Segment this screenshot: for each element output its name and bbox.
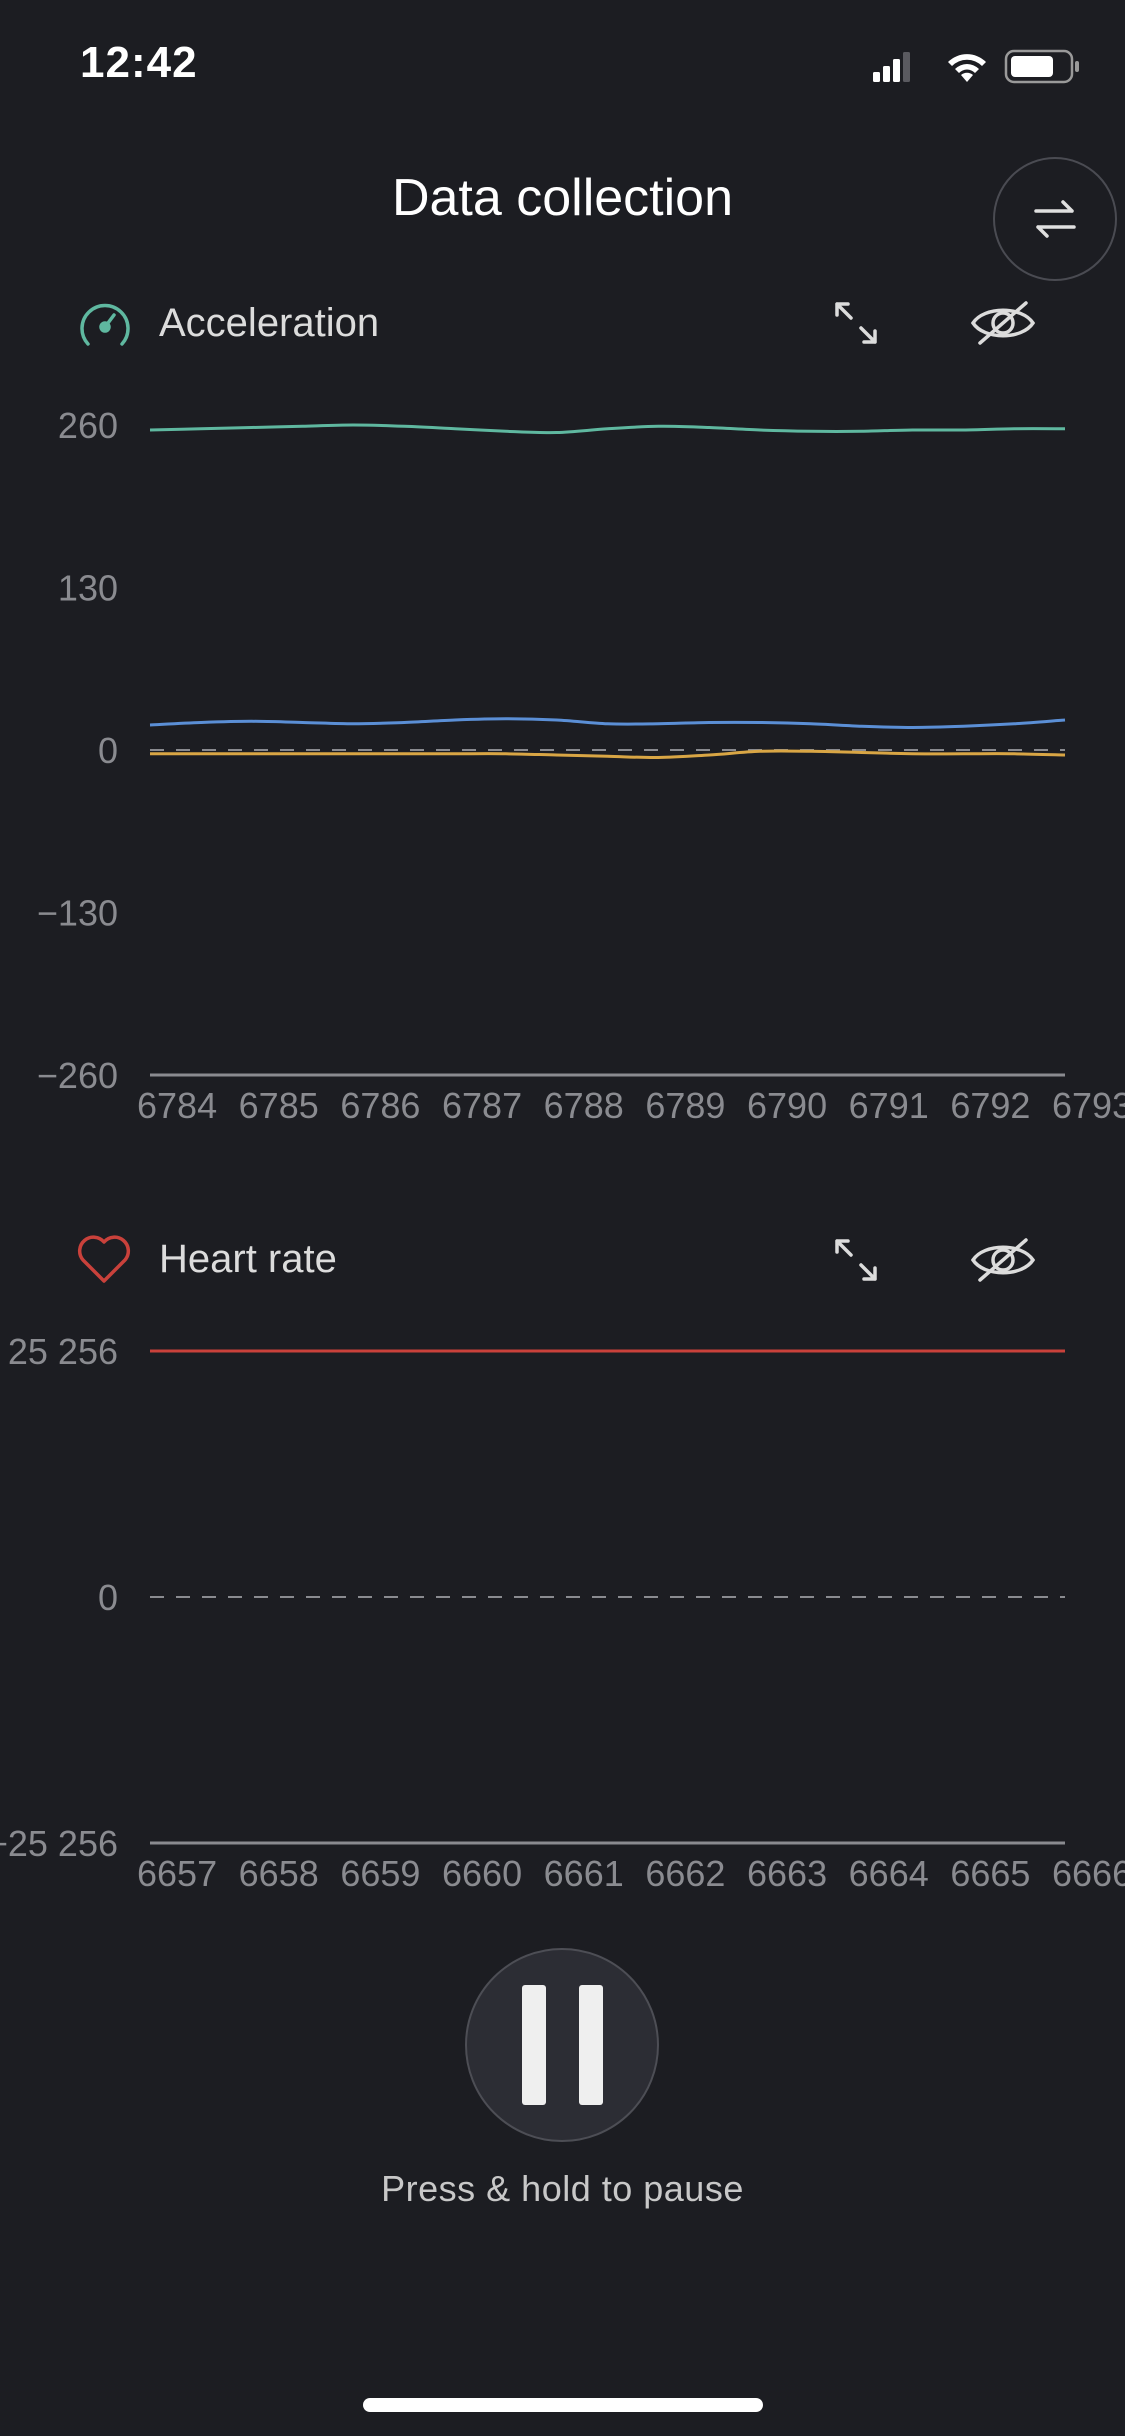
acceleration-hide-button[interactable]: [966, 288, 1040, 358]
eye-off-icon: [970, 301, 1036, 345]
acceleration-x-tick-label: 6787: [442, 1085, 522, 1126]
acceleration-x-tick-label: 6784: [137, 1085, 217, 1126]
acceleration-y-tick-label: 130: [58, 568, 118, 609]
acceleration-label: Acceleration: [159, 301, 380, 345]
acceleration-x-tick-label: 6785: [239, 1085, 319, 1126]
acceleration-y-tick-label: −130: [37, 893, 118, 934]
heart-rate-x-tick-label: 6658: [239, 1853, 319, 1894]
acceleration-chart: 260 130 0 −130 −260 6784 6785 6786 6787 6788 6789 6…: [37, 405, 1125, 1126]
heart-rate-x-tick-label: 6661: [544, 1853, 624, 1894]
acceleration-expand-button[interactable]: [821, 288, 891, 358]
heart-rate-y-tick-label: 25 256: [8, 1331, 118, 1372]
heart-rate-y-tick-label: −25 256: [0, 1823, 118, 1864]
acceleration-series-line-2: [149, 749, 1066, 760]
acceleration-icon: [76, 296, 134, 354]
pause-hint: Press & hold to pause: [381, 2168, 744, 2209]
acceleration-x-tick-label: 6786: [340, 1085, 420, 1126]
pause-icon-bar-right: [578, 1985, 603, 2105]
heart-rate-hide-button[interactable]: [966, 1225, 1040, 1295]
page-title: Data collection: [391, 169, 734, 227]
status-time: 12:42: [80, 38, 198, 87]
heart-rate-x-tick-label: 6659: [340, 1853, 420, 1894]
heart-icon: [76, 1233, 132, 1285]
heart-rate-label: Heart rate: [159, 1237, 337, 1281]
acceleration-series-line-1: [149, 717, 1066, 730]
eye-off-icon: [970, 1238, 1036, 1282]
heart-rate-expand-button[interactable]: [821, 1225, 891, 1295]
battery-icon: [1004, 49, 1079, 84]
wifi-icon: [948, 54, 986, 82]
signal-icon: [873, 52, 910, 82]
heart-rate-chart: 25 256 0 −25 256 6657 6658 6659 6660 6661 6662 66…: [0, 1331, 1125, 1894]
expand-icon: [835, 1239, 877, 1281]
acceleration-y-tick-label: 260: [58, 405, 118, 446]
acceleration-x-tick-label: 6791: [849, 1085, 929, 1126]
expand-icon: [835, 302, 877, 344]
heart-rate-y-tick-label: 0: [98, 1577, 118, 1618]
acceleration-x-tick-label: 6793: [1052, 1085, 1125, 1126]
heart-rate-x-tick-label: 6666: [1052, 1853, 1125, 1894]
status-icons: [873, 48, 1083, 84]
swap-icon: [1034, 200, 1076, 238]
acceleration-x-tick-label: 6789: [645, 1085, 725, 1126]
heart-rate-x-tick-label: 6664: [849, 1853, 929, 1894]
swap-button[interactable]: [993, 157, 1117, 281]
pause-icon-bar-left: [521, 1985, 546, 2105]
heart-rate-x-tick-label: 6660: [442, 1853, 522, 1894]
acceleration-y-tick-label: 0: [98, 730, 118, 771]
acceleration-y-tick-label: −260: [37, 1055, 118, 1096]
heart-rate-x-tick-label: 6657: [137, 1853, 217, 1894]
heart-rate-x-tick-label: 6662: [645, 1853, 725, 1894]
acceleration-x-tick-label: 6792: [950, 1085, 1030, 1126]
heart-rate-x-tick-label: 6663: [747, 1853, 827, 1894]
acceleration-x-tick-label: 6790: [747, 1085, 827, 1126]
heart-rate-x-tick-label: 6665: [950, 1853, 1030, 1894]
home-indicator: [363, 2398, 763, 2412]
acceleration-series-line-0: [149, 423, 1066, 435]
pause-button[interactable]: [465, 1948, 659, 2142]
acceleration-x-tick-label: 6788: [544, 1085, 624, 1126]
